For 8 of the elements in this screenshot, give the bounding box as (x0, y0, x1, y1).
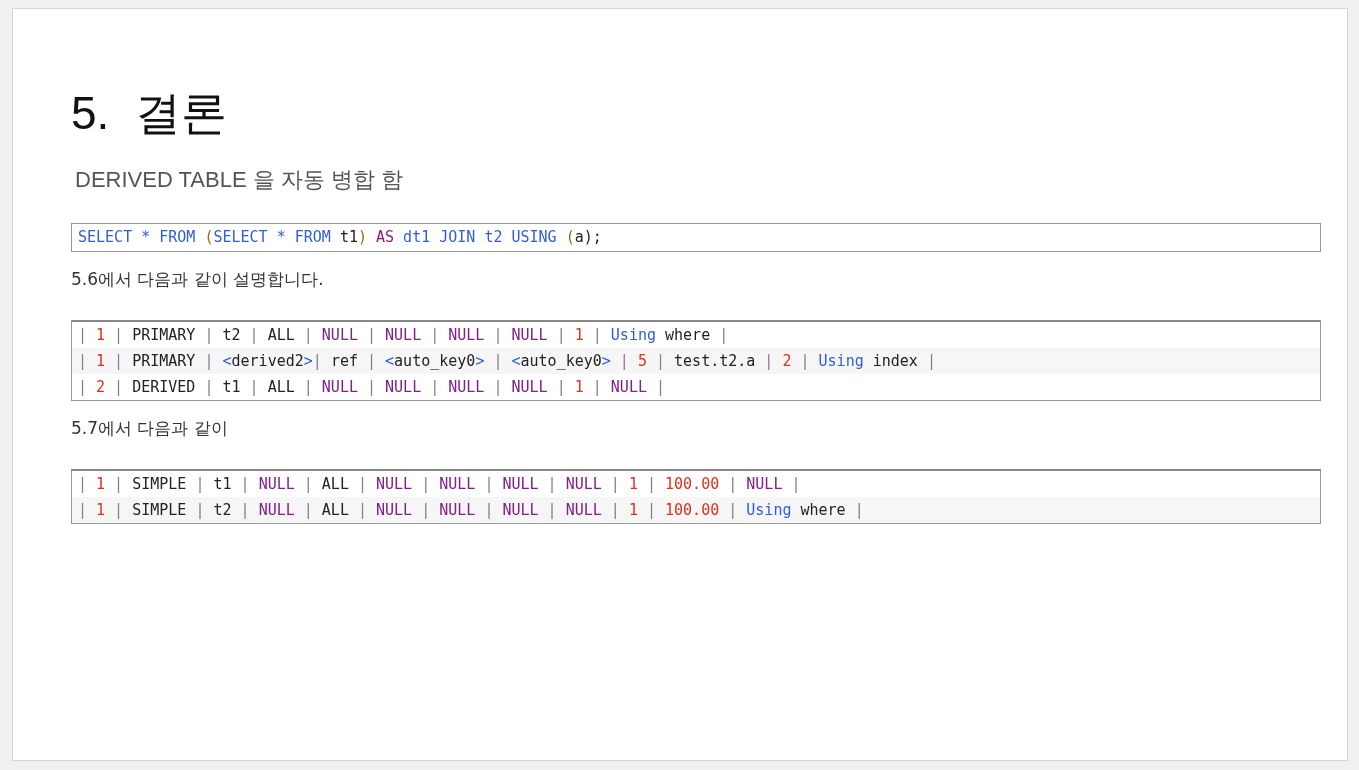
code-line: | 1 | PRIMARY | t2 | ALL | NULL | NULL | NULL | NULL | 1 | Using where | (77, 325, 730, 346)
code-line: SELECT * FROM (SELECT * FROM t1) AS dt1 JOIN t2 USING (a); (77, 227, 603, 248)
slide-subtitle: DERIVED TABLE 을 자동 병합 함 (75, 166, 404, 194)
caption-text: 5.7에서 다음과 같이 (71, 417, 228, 440)
code-line: | 1 | SIMPLE | t1 | NULL | ALL | NULL | NULL | NULL | NULL | 1 | 100.00 | NULL | (77, 474, 802, 495)
caption-text: 5.6에서 다음과 같이 설명합니다. (71, 268, 324, 291)
slide-title: 5. 결론 (71, 86, 227, 141)
code-line: | 2 | DERIVED | t1 | ALL | NULL | NULL | NULL | NULL | 1 | NULL | (77, 377, 667, 398)
